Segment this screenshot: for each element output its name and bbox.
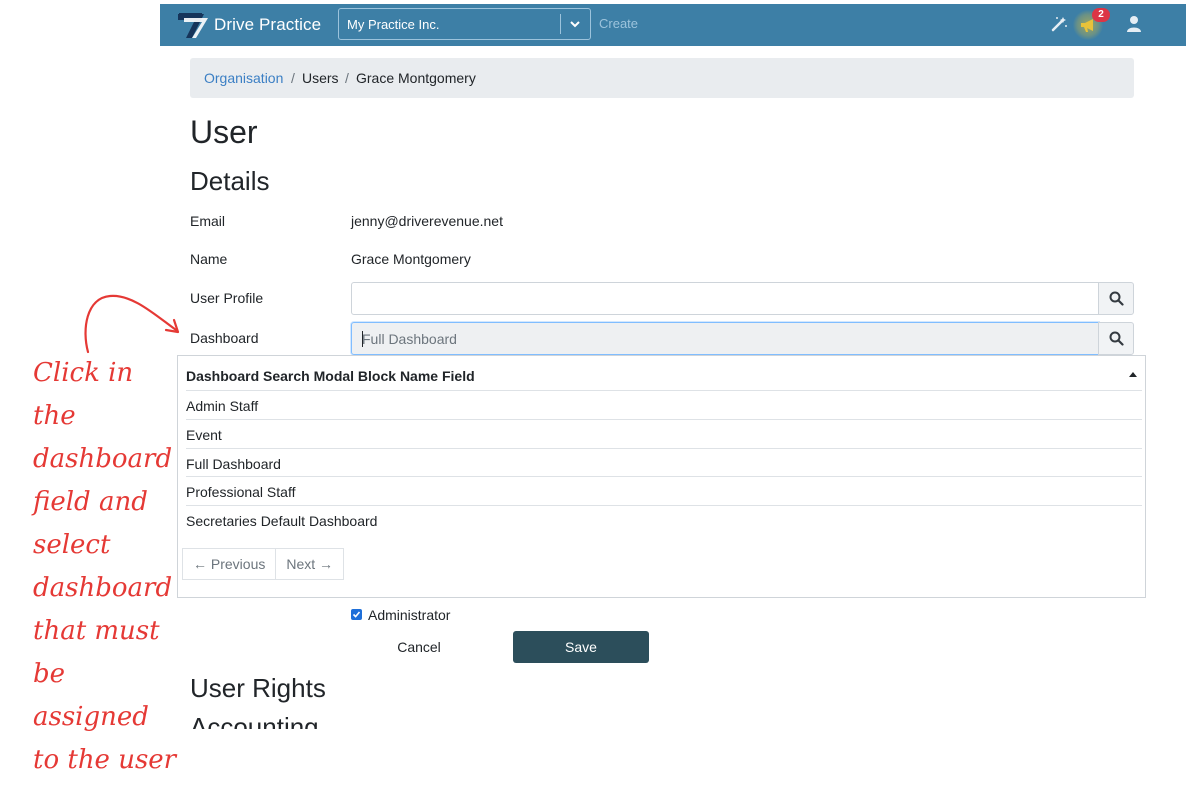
cancel-button[interactable]: Cancel xyxy=(385,632,453,663)
select-divider xyxy=(560,14,561,34)
user-profile-field-wrapper xyxy=(351,282,1099,315)
check-icon xyxy=(352,611,361,618)
dropdown-item-full-dashboard[interactable]: Full Dashboard xyxy=(186,448,1142,476)
dropdown-item-professional-staff[interactable]: Professional Staff xyxy=(186,476,1142,504)
organisation-select[interactable]: My Practice Inc. xyxy=(338,8,591,40)
dashboard-field-wrapper xyxy=(351,322,1099,355)
breadcrumb-separator: / xyxy=(345,70,349,86)
breadcrumb-current: Grace Montgomery xyxy=(356,70,476,86)
notification-badge: 2 xyxy=(1092,8,1110,22)
name-label: Name xyxy=(190,251,228,267)
chevron-down-icon[interactable] xyxy=(567,16,583,32)
sort-up-icon[interactable] xyxy=(1128,370,1138,378)
dashboard-group xyxy=(351,322,1134,355)
organisation-select-value: My Practice Inc. xyxy=(347,17,440,32)
name-value: Grace Montgomery xyxy=(351,251,471,267)
email-value: jenny@driverevenue.net xyxy=(351,213,503,229)
annotation-text: Click in the dashboard field and select … xyxy=(33,358,177,775)
text-cursor xyxy=(362,331,363,347)
dashboard-search-button[interactable] xyxy=(1098,322,1134,355)
user-profile-label: User Profile xyxy=(190,290,264,306)
previous-page-button[interactable]: ← Previous xyxy=(182,548,277,580)
search-icon xyxy=(1109,331,1124,346)
section-title-accounting: Accounting xyxy=(190,712,319,729)
administrator-label[interactable]: Administrator xyxy=(368,607,450,623)
email-label: Email xyxy=(190,213,226,229)
create-link[interactable]: Create xyxy=(599,16,638,31)
section-title-user-rights: User Rights xyxy=(190,673,326,703)
brand-logo-icon xyxy=(178,13,208,38)
annotation-arrow-icon xyxy=(84,294,180,354)
administrator-checkbox[interactable] xyxy=(351,609,362,620)
top-navbar: Drive Practice My Practice Inc. Create 2 xyxy=(160,4,1186,46)
dropdown-item-event[interactable]: Event xyxy=(186,419,1142,447)
user-profile-search-button[interactable] xyxy=(1098,282,1134,315)
brand[interactable]: Drive Practice xyxy=(176,9,321,41)
user-profile-input[interactable] xyxy=(352,283,1082,314)
dropdown-item-secretaries-default[interactable]: Secretaries Default Dashboard xyxy=(186,505,1142,533)
dashboard-search-dropdown: Dashboard Search Modal Block Name Field … xyxy=(177,355,1146,598)
next-page-button[interactable]: Next → xyxy=(276,548,345,580)
pagination: ← Previous Next → xyxy=(182,548,345,580)
save-button[interactable]: Save xyxy=(513,631,649,663)
dashboard-label: Dashboard xyxy=(190,330,259,346)
user-profile-group xyxy=(351,282,1134,315)
user-icon[interactable] xyxy=(1124,14,1144,34)
dropdown-item-admin-staff[interactable]: Admin Staff xyxy=(186,390,1142,418)
dropdown-column-header[interactable]: Dashboard Search Modal Block Name Field xyxy=(186,368,475,384)
breadcrumb-separator: / xyxy=(291,70,295,86)
breadcrumb: Organisation / Users / Grace Montgomery xyxy=(190,58,1134,98)
section-title-details: Details xyxy=(190,166,270,196)
dashboard-input[interactable] xyxy=(352,323,1082,354)
breadcrumb-users[interactable]: Users xyxy=(302,70,339,86)
search-icon xyxy=(1109,291,1124,306)
breadcrumb-organisation[interactable]: Organisation xyxy=(204,70,283,86)
accounting-heading-clip: Accounting xyxy=(190,710,390,729)
brand-name: Drive Practice xyxy=(214,15,322,34)
page-title: User xyxy=(190,114,258,150)
magic-wand-icon[interactable] xyxy=(1049,14,1069,34)
